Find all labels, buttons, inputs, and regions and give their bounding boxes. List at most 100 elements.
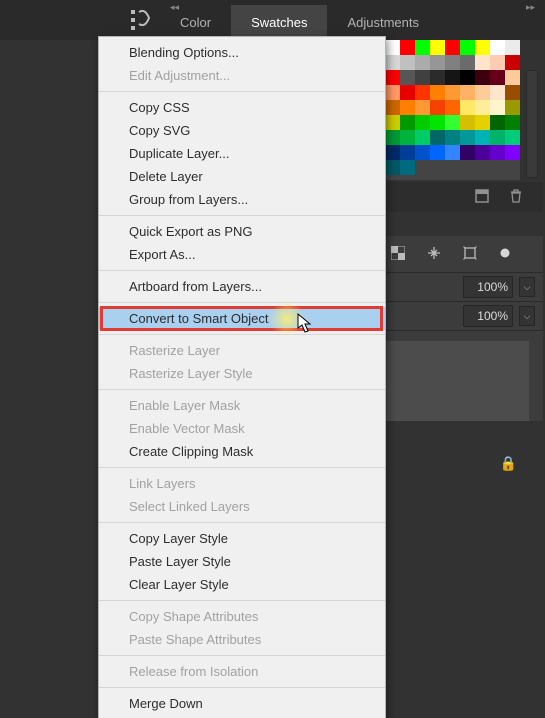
swatch[interactable] — [415, 145, 430, 160]
swatch[interactable] — [445, 100, 460, 115]
swatch[interactable] — [445, 145, 460, 160]
fill-input[interactable] — [463, 305, 513, 327]
swatch[interactable] — [400, 115, 415, 130]
swatch[interactable] — [475, 130, 490, 145]
swatch[interactable] — [445, 70, 460, 85]
swatch[interactable] — [415, 100, 430, 115]
menu-item[interactable]: Blending Options... — [99, 41, 385, 64]
swatch[interactable] — [490, 70, 505, 85]
opacity-dropdown[interactable]: ⌵ — [519, 277, 535, 297]
lock-position-icon[interactable] — [427, 246, 441, 263]
swatch[interactable] — [415, 70, 430, 85]
swatch[interactable] — [445, 115, 460, 130]
menu-item[interactable]: Copy Layer Style — [99, 527, 385, 550]
swatch[interactable] — [415, 115, 430, 130]
swatch[interactable] — [385, 130, 400, 145]
swatch[interactable] — [505, 100, 520, 115]
menu-item[interactable]: Group from Layers... — [99, 188, 385, 211]
new-swatch-icon[interactable] — [475, 189, 489, 206]
menu-item[interactable]: Export As... — [99, 243, 385, 266]
swatch[interactable] — [460, 145, 475, 160]
swatch[interactable] — [475, 55, 490, 70]
swatch[interactable] — [475, 115, 490, 130]
swatch[interactable] — [430, 145, 445, 160]
swatch[interactable] — [505, 130, 520, 145]
swatch[interactable] — [400, 55, 415, 70]
swatch[interactable] — [385, 70, 400, 85]
swatch[interactable] — [505, 115, 520, 130]
swatch[interactable] — [385, 85, 400, 100]
swatch[interactable] — [445, 130, 460, 145]
swatch[interactable] — [505, 145, 520, 160]
swatch[interactable] — [400, 85, 415, 100]
menu-item[interactable]: Clear Layer Style — [99, 573, 385, 596]
swatch[interactable] — [385, 145, 400, 160]
swatches-scrollbar[interactable] — [526, 70, 538, 178]
fill-dropdown[interactable]: ⌵ — [519, 306, 535, 326]
swatch[interactable] — [430, 130, 445, 145]
swatch[interactable] — [460, 55, 475, 70]
menu-item[interactable]: Paste Layer Style — [99, 550, 385, 573]
swatch[interactable] — [400, 100, 415, 115]
swatch[interactable] — [460, 100, 475, 115]
swatch[interactable] — [415, 130, 430, 145]
swatch[interactable] — [460, 130, 475, 145]
swatch[interactable] — [430, 100, 445, 115]
swatch[interactable] — [490, 130, 505, 145]
swatch[interactable] — [505, 55, 520, 70]
swatch[interactable] — [445, 55, 460, 70]
swatch[interactable] — [400, 145, 415, 160]
menu-item[interactable]: Copy CSS — [99, 96, 385, 119]
swatch[interactable] — [400, 160, 415, 175]
swatch[interactable] — [475, 40, 490, 55]
opacity-input[interactable] — [463, 276, 513, 298]
swatch[interactable] — [490, 55, 505, 70]
swatch[interactable] — [460, 115, 475, 130]
menu-item[interactable]: Quick Export as PNG — [99, 220, 385, 243]
swatch[interactable] — [415, 85, 430, 100]
menu-item[interactable]: Create Clipping Mask — [99, 440, 385, 463]
swatch[interactable] — [430, 70, 445, 85]
swatch[interactable] — [430, 40, 445, 55]
swatch[interactable] — [415, 55, 430, 70]
swatch[interactable] — [490, 40, 505, 55]
swatch[interactable] — [445, 85, 460, 100]
swatch[interactable] — [505, 40, 520, 55]
swatch[interactable] — [490, 100, 505, 115]
swatch[interactable] — [490, 115, 505, 130]
swatch[interactable] — [505, 85, 520, 100]
collapse-left-icon[interactable]: ◂◂ — [170, 2, 179, 13]
swatch[interactable] — [445, 40, 460, 55]
swatch[interactable] — [460, 40, 475, 55]
swatch[interactable] — [430, 55, 445, 70]
swatch[interactable] — [430, 115, 445, 130]
swatch[interactable] — [490, 145, 505, 160]
swatch[interactable] — [385, 100, 400, 115]
swatch[interactable] — [430, 85, 445, 100]
tab-swatches[interactable]: Swatches — [231, 5, 327, 40]
lock-artboard-icon[interactable] — [463, 246, 477, 263]
swatch[interactable] — [460, 70, 475, 85]
menu-item[interactable]: Duplicate Layer... — [99, 142, 385, 165]
swatch[interactable] — [460, 85, 475, 100]
swatch[interactable] — [400, 70, 415, 85]
swatch[interactable] — [475, 85, 490, 100]
swatch[interactable] — [385, 115, 400, 130]
swatch[interactable] — [385, 160, 400, 175]
lock-transparency-icon[interactable] — [391, 246, 405, 263]
tab-adjustments[interactable]: Adjustments — [327, 5, 439, 40]
trash-icon[interactable] — [509, 189, 523, 206]
swatch[interactable] — [400, 40, 415, 55]
swatch[interactable] — [415, 40, 430, 55]
swatch[interactable] — [475, 100, 490, 115]
swatch[interactable] — [385, 40, 400, 55]
collapse-right-icon[interactable]: ▸▸ — [526, 2, 535, 13]
menu-item[interactable]: Artboard from Layers... — [99, 275, 385, 298]
swatch[interactable] — [475, 70, 490, 85]
menu-item[interactable]: Copy SVG — [99, 119, 385, 142]
lock-misc-icon[interactable] — [499, 247, 511, 262]
menu-item[interactable]: Delete Layer — [99, 165, 385, 188]
swatch[interactable] — [490, 85, 505, 100]
menu-item[interactable]: Merge Down — [99, 692, 385, 715]
menu-item[interactable]: Convert to Smart Object — [99, 307, 385, 330]
